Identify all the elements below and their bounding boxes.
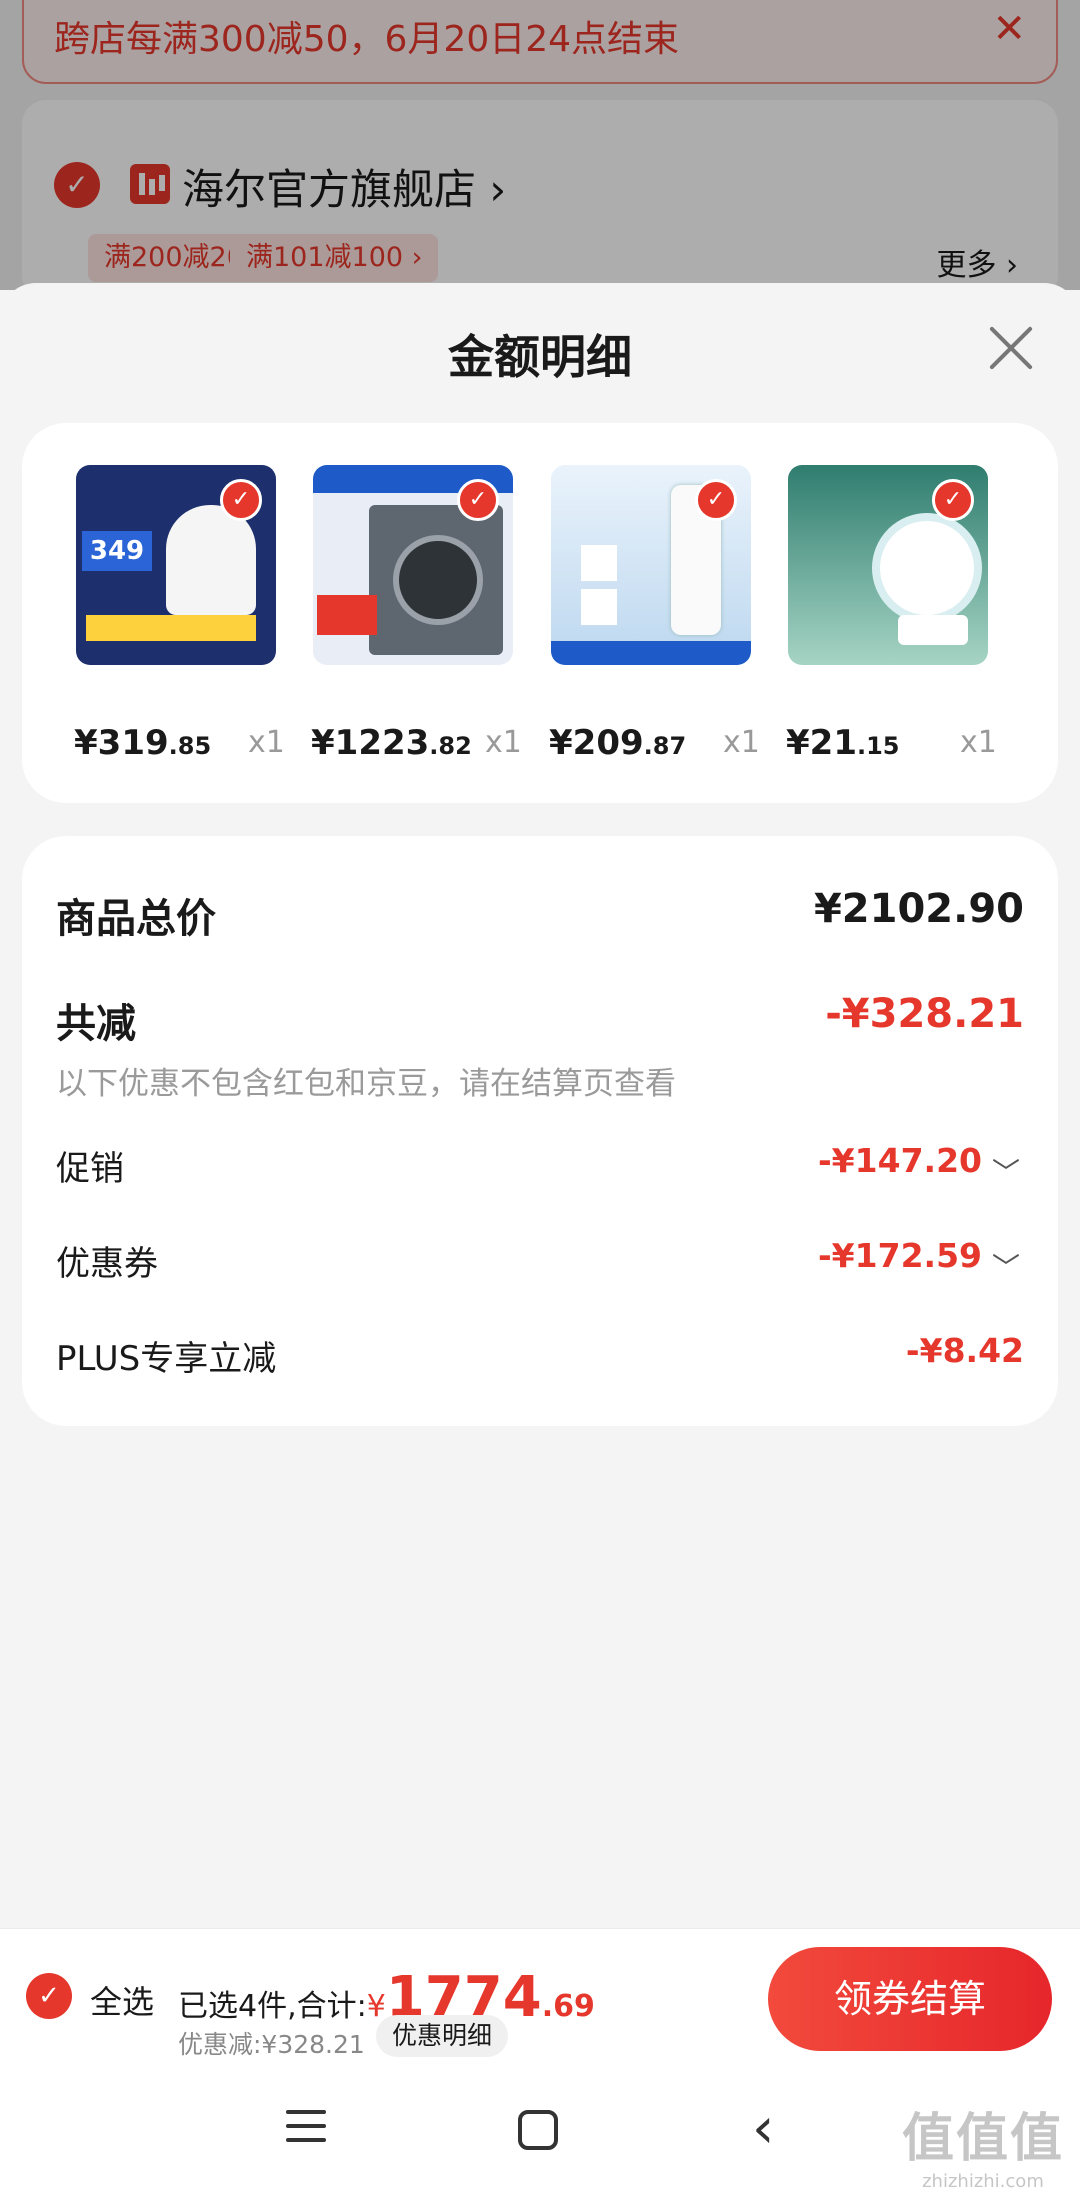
product-item[interactable]: 349 ✓ ¥319.85 x1 bbox=[74, 465, 285, 763]
product-quantity: x1 bbox=[960, 725, 997, 760]
product-price: ¥21.15 bbox=[786, 723, 900, 763]
price-summary: 商品总价 ¥2102.90 共减 -¥328.21 以下优惠不包含红包和京豆，请… bbox=[22, 836, 1058, 1426]
product-image: ✓ bbox=[788, 465, 988, 665]
system-nav-bar: ‹ 值值值 zhizhizhi.com bbox=[0, 2066, 1080, 2197]
total-amount-decimal: .69 bbox=[541, 1989, 595, 2024]
product-list: 349 ✓ ¥319.85 x1 ✓ ¥1223.82 x1 ✓ ¥209.87… bbox=[22, 423, 1058, 803]
promotion-label: 促销 bbox=[56, 1149, 124, 1189]
plus-discount-value: -¥8.42 bbox=[905, 1331, 1024, 1370]
chevron-down-icon[interactable]: ﹀ bbox=[992, 1246, 1020, 1286]
product-quantity: x1 bbox=[485, 725, 522, 760]
checkbox-checked-icon[interactable]: ✓ bbox=[932, 479, 974, 521]
product-image: ✓ bbox=[313, 465, 513, 665]
product-price: ¥209.87 bbox=[549, 723, 687, 763]
select-all-label[interactable]: 全选 bbox=[90, 1977, 154, 2023]
total-reduce-value: -¥328.21 bbox=[825, 991, 1024, 1037]
checkbox-checked-icon[interactable]: ✓ bbox=[457, 479, 499, 521]
checkout-bar: ✓ 全选 已选4件,合计:¥1774.69 优惠减:¥328.21 优惠明细 领… bbox=[0, 1928, 1080, 2066]
home-icon[interactable] bbox=[518, 2110, 558, 2150]
product-item[interactable]: ✓ ¥209.87 x1 bbox=[549, 465, 760, 763]
discount-note: 以下优惠不包含红包和京豆，请在结算页查看 bbox=[56, 1066, 676, 1102]
checkbox-checked-icon[interactable]: ✓ bbox=[695, 479, 737, 521]
watermark-logo: 值值值 zhizhizhi.com bbox=[902, 2096, 1064, 2192]
back-icon[interactable]: ‹ bbox=[752, 2096, 774, 2161]
selected-count-label: 已选4件,合计: bbox=[178, 1989, 367, 2024]
amount-detail-sheet: 金额明细 349 ✓ ¥319.85 x1 ✓ ¥1223.82 x1 ✓ ¥2… bbox=[0, 283, 1080, 1933]
product-item[interactable]: ✓ ¥21.15 x1 bbox=[786, 465, 997, 763]
product-quantity: x1 bbox=[248, 725, 285, 760]
product-item[interactable]: ✓ ¥1223.82 x1 bbox=[311, 465, 522, 763]
plus-discount-label: PLUS专享立减 bbox=[56, 1339, 277, 1379]
total-price-label: 商品总价 bbox=[56, 896, 216, 942]
chevron-down-icon[interactable]: ﹀ bbox=[992, 1151, 1020, 1191]
sheet-title: 金额明细 bbox=[448, 330, 632, 384]
total-price-value: ¥2102.90 bbox=[813, 886, 1024, 932]
promotion-value: -¥147.20 bbox=[817, 1141, 982, 1180]
discount-detail-button[interactable]: 优惠明细 bbox=[376, 2015, 509, 2057]
coupon-value: -¥172.59 bbox=[817, 1236, 982, 1275]
watermark-url: zhizhizhi.com bbox=[922, 2171, 1044, 2192]
coupon-label: 优惠券 bbox=[56, 1244, 158, 1284]
modal-overlay[interactable] bbox=[0, 0, 1080, 290]
menu-icon[interactable] bbox=[286, 2110, 326, 2150]
product-image: 349 ✓ bbox=[76, 465, 276, 665]
product-quantity: x1 bbox=[723, 725, 760, 760]
checkbox-checked-icon[interactable]: ✓ bbox=[220, 479, 262, 521]
close-icon[interactable] bbox=[986, 323, 1036, 373]
total-reduce-label: 共减 bbox=[56, 1001, 136, 1047]
discount-amount: 优惠减:¥328.21 bbox=[178, 2030, 365, 2059]
select-all-checkbox[interactable]: ✓ bbox=[26, 1973, 72, 2019]
product-price: ¥319.85 bbox=[74, 723, 212, 763]
watermark-text: 值值值 bbox=[901, 2109, 1064, 2169]
product-image: ✓ bbox=[551, 465, 751, 665]
product-price: ¥1223.82 bbox=[311, 723, 472, 763]
checkout-button[interactable]: 领券结算 bbox=[768, 1947, 1052, 2051]
